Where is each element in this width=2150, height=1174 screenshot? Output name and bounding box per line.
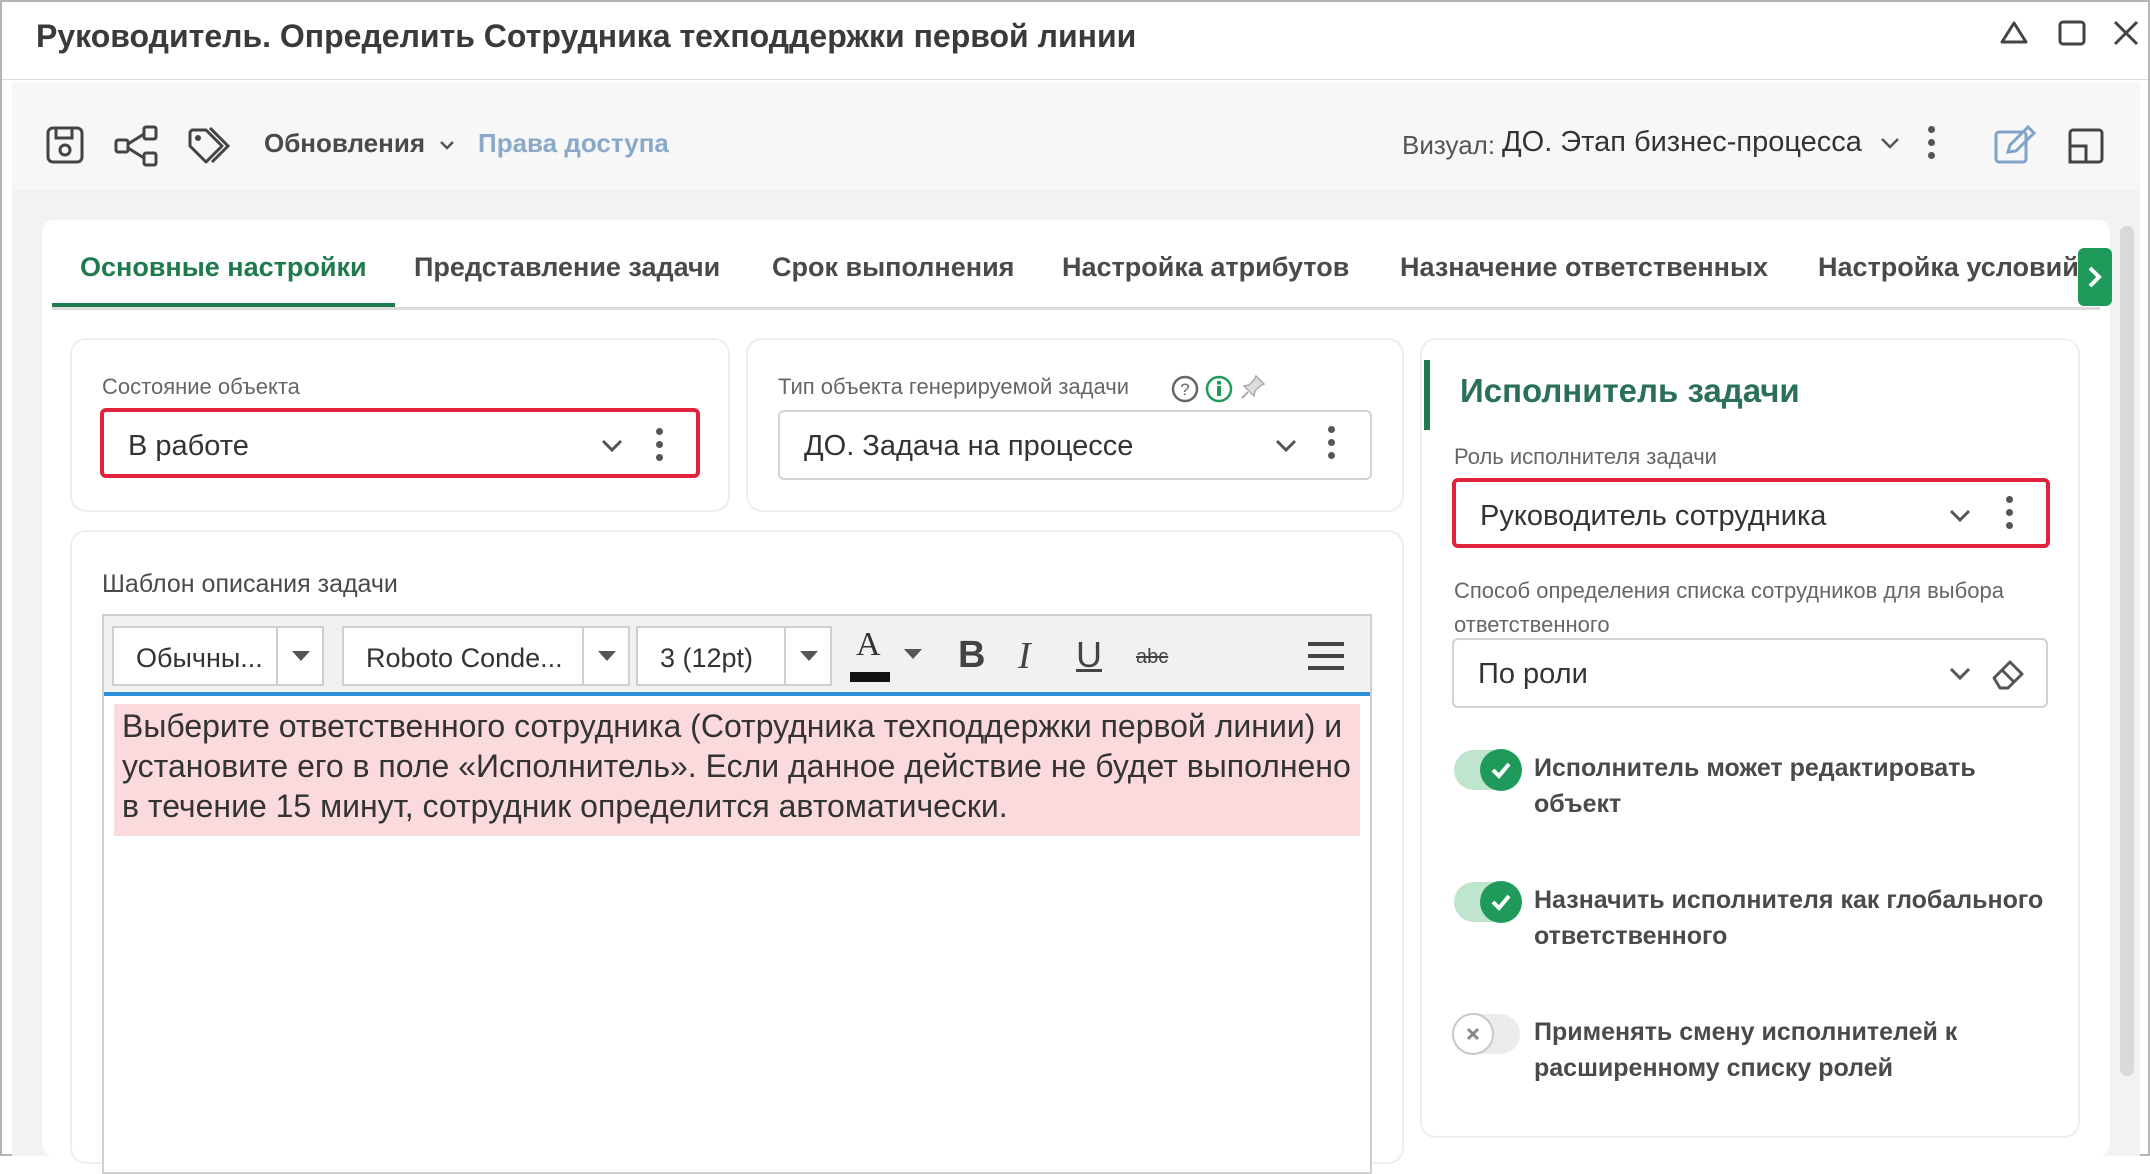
role-label: Роль исполнителя задачи xyxy=(1454,444,1717,469)
more-icon[interactable] xyxy=(654,428,664,468)
window-title: Руководитель. Определить Сотрудника техп… xyxy=(36,18,1137,54)
object-state-value: В работе xyxy=(128,430,249,462)
font-family-value: Roboto Conde... xyxy=(366,643,563,673)
layout-icon[interactable] xyxy=(2062,122,2112,170)
chevron-down-icon xyxy=(1881,138,1899,150)
dropdown-arrow-icon xyxy=(784,628,830,684)
toggle-global-responsible-label: Назначить исполнителя как глобального от… xyxy=(1534,886,2044,950)
task-type-value: ДО. Задача на процессе xyxy=(804,430,1134,462)
text-color-button[interactable]: A xyxy=(846,626,896,686)
title-bar: Руководитель. Определить Сотрудника техп… xyxy=(2,2,2148,80)
more-icon[interactable] xyxy=(2004,496,2014,536)
menu-icon[interactable] xyxy=(1306,636,1346,676)
role-select[interactable]: Руководитель сотрудника xyxy=(1452,478,2050,548)
tab-bar: Основные настройки Представление задачи … xyxy=(52,240,2100,310)
info-icon[interactable] xyxy=(1204,374,1234,404)
tab-task-view[interactable]: Представление задачи xyxy=(414,252,720,307)
updates-menu[interactable]: Обновления xyxy=(264,128,458,159)
chevron-down-icon xyxy=(1949,667,1971,681)
rich-text-editor[interactable]: Обычны... Roboto Conde... 3 (12pt) A B I… xyxy=(102,614,1372,1174)
strikethrough-button[interactable]: abc xyxy=(1136,646,1168,669)
method-label: Способ определения списка сотрудников дл… xyxy=(1454,578,2004,637)
font-size-value: 3 (12pt) xyxy=(660,643,754,673)
toggle-global-responsible[interactable] xyxy=(1454,881,1522,923)
edit-icon[interactable] xyxy=(1990,122,2040,170)
toggle-extended-roles[interactable] xyxy=(1452,1013,1520,1055)
section-accent-bar xyxy=(1424,360,1430,430)
chevron-down-icon xyxy=(1275,439,1297,453)
chevron-down-icon xyxy=(1949,509,1971,523)
tags-icon[interactable] xyxy=(184,122,234,170)
dropdown-arrow-icon xyxy=(276,628,322,684)
svg-text:?: ? xyxy=(1180,380,1189,399)
tab-attributes[interactable]: Настройка атрибутов xyxy=(1062,252,1349,307)
toggle-can-edit-label: Исполнитель может редактировать объект xyxy=(1534,754,1976,818)
chevron-right-icon xyxy=(2088,266,2102,288)
editor-content[interactable]: Выберите ответственного сотрудника (Сотр… xyxy=(114,704,1360,836)
close-icon[interactable] xyxy=(2106,14,2146,54)
chevron-down-icon xyxy=(440,141,455,150)
toolbar: Обновления Права доступа Визуал: ДО. Эта… xyxy=(12,82,2140,190)
visual-label: Визуал: xyxy=(1402,130,1496,160)
tab-deadline[interactable]: Срок выполнения xyxy=(772,252,1014,307)
object-state-select[interactable]: В работе xyxy=(100,408,700,478)
eraser-icon[interactable] xyxy=(1988,654,2028,694)
toggle-can-edit[interactable] xyxy=(1454,749,1522,791)
font-size-select[interactable]: 3 (12pt) xyxy=(636,626,832,686)
more-icon[interactable] xyxy=(1926,126,1936,166)
template-label: Шаблон описания задачи xyxy=(102,570,398,598)
more-icon[interactable] xyxy=(1326,426,1336,466)
method-select[interactable]: По роли xyxy=(1452,638,2048,708)
font-family-select[interactable]: Roboto Conde... xyxy=(342,626,630,686)
task-type-select[interactable]: ДО. Задача на процессе xyxy=(778,410,1372,480)
editor-toolbar: Обычны... Roboto Conde... 3 (12pt) A B I… xyxy=(104,616,1370,696)
tab-main-settings[interactable]: Основные настройки xyxy=(52,252,395,307)
text-color-dropdown[interactable] xyxy=(898,626,928,686)
paragraph-style-value: Обычны... xyxy=(136,643,263,673)
text-color-letter: A xyxy=(856,626,881,663)
save-icon[interactable] xyxy=(40,122,90,170)
tab-assignees[interactable]: Назначение ответственных xyxy=(1400,252,1768,307)
role-value: Руководитель сотрудника xyxy=(1480,500,1827,532)
tabs-next-button[interactable] xyxy=(2078,248,2112,306)
toggle-extended-roles-label: Применять смену исполнителей к расширенн… xyxy=(1534,1018,1958,1082)
paragraph-style-select[interactable]: Обычны... xyxy=(112,626,324,686)
executor-title: Исполнитель задачи xyxy=(1460,372,1800,409)
visual-value: ДО. Этап бизнес-процесса xyxy=(1502,126,1862,158)
chevron-down-icon xyxy=(601,439,623,453)
visual-select[interactable]: ДО. Этап бизнес-процесса xyxy=(1502,126,1904,159)
tab-conditions[interactable]: Настройка условий xyxy=(1818,252,2079,307)
home-icon[interactable] xyxy=(1994,14,2034,54)
object-state-label: Состояние объекта xyxy=(102,374,300,399)
dropdown-arrow-icon xyxy=(582,628,628,684)
italic-button[interactable]: I xyxy=(1018,634,1031,678)
pin-icon[interactable] xyxy=(1238,372,1268,402)
underline-button[interactable]: U xyxy=(1076,634,1102,676)
vertical-scrollbar[interactable] xyxy=(2120,226,2134,1076)
maximize-icon[interactable] xyxy=(2052,14,2092,54)
bold-button[interactable]: B xyxy=(958,634,985,677)
check-icon xyxy=(1480,881,1522,923)
share-icon[interactable] xyxy=(112,122,162,170)
help-icon[interactable]: ? xyxy=(1170,374,1200,404)
check-icon xyxy=(1480,749,1522,791)
text-color-swatch xyxy=(850,672,890,682)
x-icon xyxy=(1452,1013,1494,1055)
updates-label: Обновления xyxy=(264,128,426,158)
method-value: По роли xyxy=(1478,658,1588,690)
task-type-label: Тип объекта генерируемой задачи xyxy=(778,374,1130,399)
access-rights-link[interactable]: Права доступа xyxy=(478,128,669,159)
